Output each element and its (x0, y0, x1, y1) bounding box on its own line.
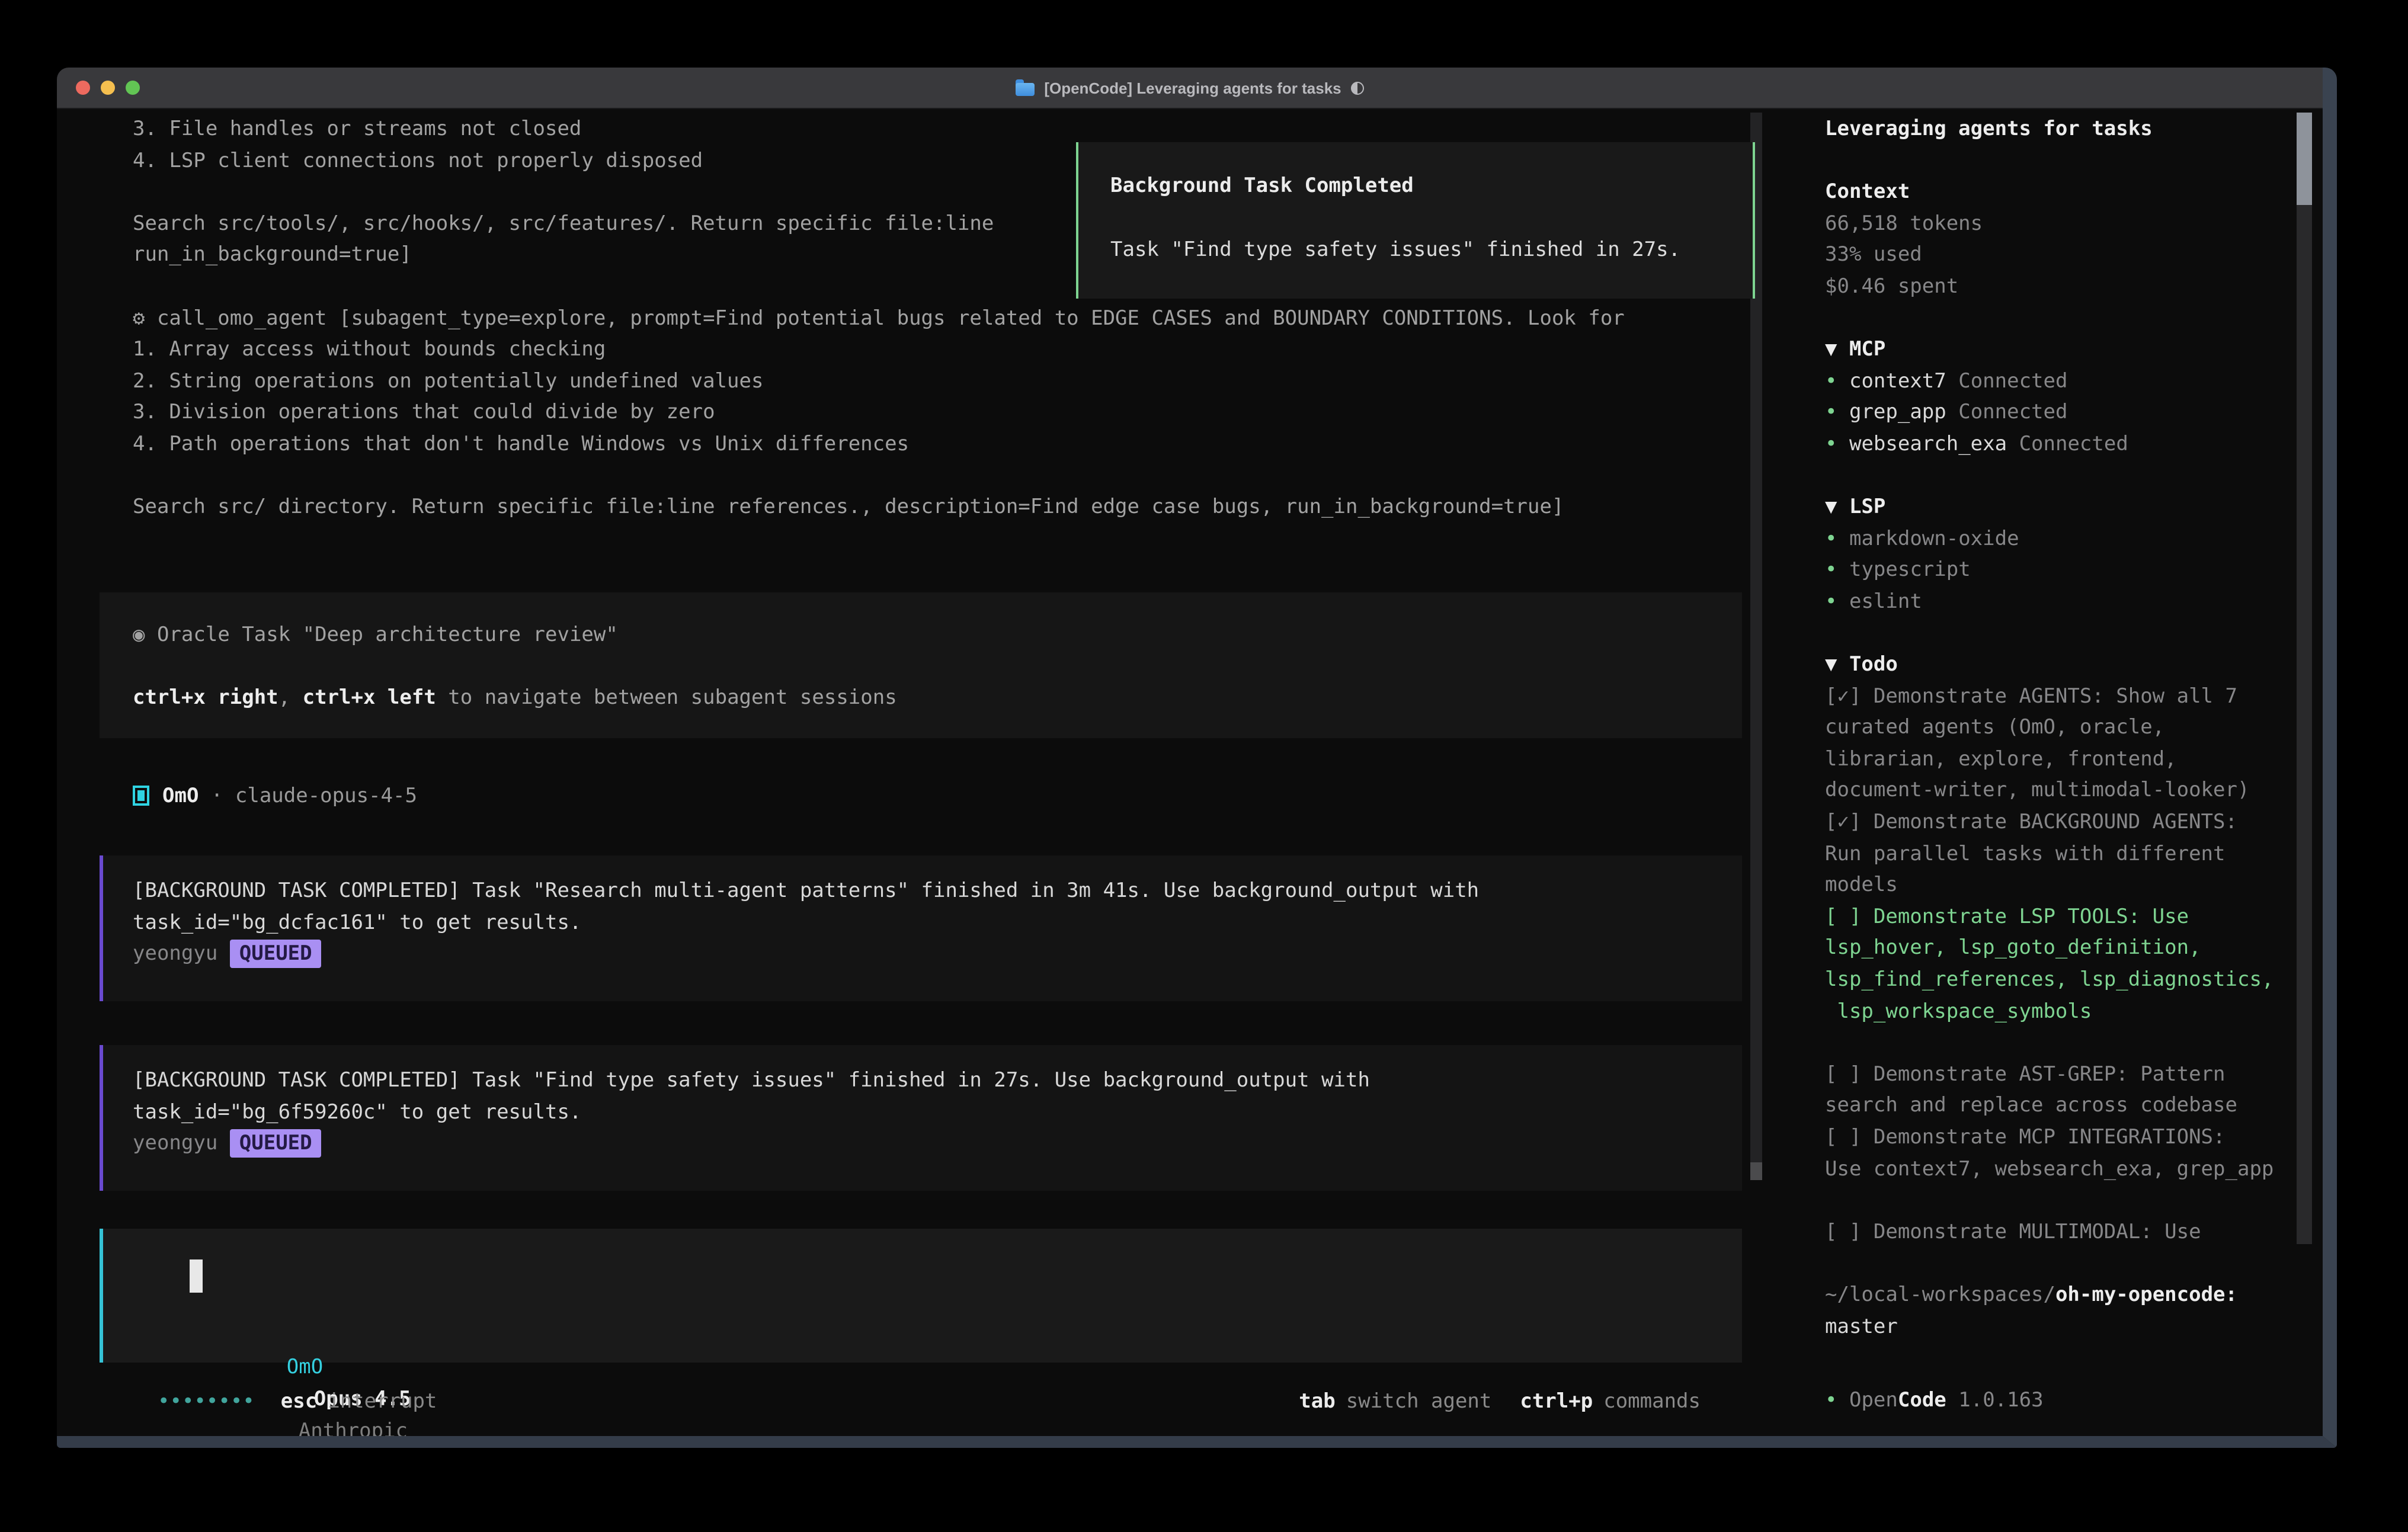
minimize-button[interactable] (101, 81, 115, 95)
terminal-window: [OpenCode] Leveraging agents for tasks 3… (57, 68, 2337, 1448)
text-line: [ ] Demonstrate MULTIMODAL: Use (1825, 1217, 2294, 1248)
text-line: [BACKGROUND TASK COMPLETED] Task "Resear… (133, 876, 1742, 907)
traffic-lights (76, 68, 140, 108)
text-line: task_id="bg_6f59260c" to get results. (133, 1097, 1742, 1128)
text-line (1825, 1027, 2294, 1059)
notification-title: Background Task Completed (1110, 174, 1414, 198)
text-line (133, 651, 1742, 682)
status-bar-left: •••••••• esc interrupt (100, 1389, 437, 1413)
text-line: Use context7, websearch_exa, grep_app (1825, 1153, 2294, 1185)
text-line: Leveraging agents for tasks (1825, 114, 2294, 145)
agent-header: OmO · claude-opus-4-5 (133, 780, 417, 812)
text-line: yeongyu QUEUED (133, 938, 1742, 970)
text-line: 3. Division operations that could divide… (133, 398, 1747, 429)
prompt-input[interactable]: OmO Opus 4.5 Anthropic (100, 1229, 1742, 1363)
esc-key-hint: esc (281, 1389, 317, 1413)
text-line: ▼ MCP (1825, 334, 2294, 366)
text-line: lsp_find_references, lsp_diagnostics, (1825, 964, 2294, 996)
background-task-message-2: [BACKGROUND TASK COMPLETED] Task "Find t… (100, 1045, 1742, 1191)
text-line (1825, 1185, 2294, 1216)
text-line: [BACKGROUND TASK COMPLETED] Task "Find t… (133, 1065, 1742, 1097)
sidebar-scrollbar-thumb[interactable] (2297, 113, 2312, 205)
progress-half-circle-icon (1351, 81, 1364, 94)
input-meta-row: OmO Opus 4.5 Anthropic (190, 1320, 411, 1352)
text-line (1825, 618, 2294, 649)
text-line: $0.46 spent (1825, 271, 2294, 303)
text-line: • eslint (1825, 586, 2294, 618)
text-line: [ ] Demonstrate AST-GREP: Pattern (1825, 1059, 2294, 1091)
maximize-button[interactable] (126, 81, 140, 95)
tab-key-hint: tab (1299, 1389, 1335, 1413)
window-titlebar[interactable]: [OpenCode] Leveraging agents for tasks (57, 68, 2323, 109)
text-line: lsp_workspace_symbols (1825, 996, 2294, 1027)
agent-checkbox-icon (133, 786, 149, 806)
text-line (133, 460, 1747, 492)
status-bar-right: tab switch agent ctrl+p commands (1299, 1389, 1742, 1413)
close-button[interactable] (76, 81, 90, 95)
text-line: Context (1825, 177, 2294, 208)
text-line: [✓] Demonstrate AGENTS: Show all 7 (1825, 681, 2294, 712)
text-line: Run parallel tasks with different (1825, 838, 2294, 870)
status-bar: •••••••• esc interrupt tab switch agent … (100, 1385, 1742, 1417)
text-line (1825, 1248, 2294, 1280)
text-line: search and replace across codebase (1825, 1091, 2294, 1122)
text-line (1825, 145, 2294, 177)
text-line: librarian, explore, frontend, (1825, 744, 2294, 775)
text-line: • grep_app Connected (1825, 398, 2294, 429)
background-task-message-1: [BACKGROUND TASK COMPLETED] Task "Resear… (100, 855, 1742, 1001)
sidebar: Leveraging agents for tasks Context66,51… (1825, 114, 2294, 1342)
text-line: document-writer, multimodal-looker) (1825, 775, 2294, 807)
notification-toast: Background Task Completed Task "Find typ… (1076, 142, 1755, 299)
text-line: lsp_hover, lsp_goto_definition, (1825, 933, 2294, 964)
text-line: 33% used (1825, 240, 2294, 271)
text-line: 2. String operations on potentially unde… (133, 366, 1747, 398)
text-line (1825, 460, 2294, 492)
text-line: yeongyu QUEUED (133, 1128, 1742, 1159)
text-line: Search src/ directory. Return specific f… (133, 492, 1747, 523)
agent-name: OmO (162, 784, 198, 807)
text-line: ▼ Todo (1825, 649, 2294, 681)
text-cursor (190, 1259, 203, 1293)
text-line: curated agents (OmO, oracle, (1825, 713, 2294, 744)
text-line: ctrl+x right, ctrl+x left to navigate be… (133, 682, 1742, 714)
tab-key-label: switch agent (1346, 1389, 1492, 1413)
text-line: • markdown-oxide (1825, 523, 2294, 555)
text-line: 1. Array access without bounds checking (133, 334, 1747, 366)
text-line: ▼ LSP (1825, 492, 2294, 523)
text-line (1825, 303, 2294, 334)
ctrlp-key-hint: ctrl+p (1520, 1389, 1593, 1413)
agent-separator: · (198, 784, 235, 807)
text-line: [ ] Demonstrate MCP INTEGRATIONS: (1825, 1122, 2294, 1153)
text-line: [ ] Demonstrate LSP TOOLS: Use (1825, 902, 2294, 933)
text-line: • typescript (1825, 555, 2294, 586)
text-line: 66,518 tokens (1825, 209, 2294, 240)
oracle-task-box: ◉ Oracle Task "Deep architecture review"… (100, 592, 1742, 738)
text-line: ◉ Oracle Task "Deep architecture review" (133, 620, 1742, 651)
desktop: [OpenCode] Leveraging agents for tasks 3… (0, 0, 2408, 1532)
esc-key-label: interrupt (328, 1389, 437, 1413)
main-scrollbar-thumb[interactable] (1750, 1162, 1762, 1180)
text-line: task_id="bg_dcfac161" to get results. (133, 907, 1742, 938)
ctrlp-key-label: commands (1603, 1389, 1701, 1413)
text-line: ~/local-workspaces/oh-my-opencode: (1825, 1280, 2294, 1311)
text-line: master (1825, 1311, 2294, 1342)
text-line: ⚙ call_omo_agent [subagent_type=explore,… (133, 303, 1747, 334)
text-line: [✓] Demonstrate BACKGROUND AGENTS: (1825, 807, 2294, 838)
notification-body: Task "Find type safety issues" finished … (1110, 238, 1680, 262)
text-line: models (1825, 870, 2294, 902)
input-provider-label: Anthropic (299, 1419, 408, 1443)
text-line: 3. File handles or streams not closed (133, 114, 1747, 145)
spinner-icon: •••••••• (158, 1389, 255, 1413)
folder-icon (1016, 79, 1035, 96)
text-line: • OpenCode 1.0.163 (1825, 1385, 2044, 1416)
opencode-version: • OpenCode 1.0.163 (1825, 1385, 2044, 1416)
text-line: 4. Path operations that don't handle Win… (133, 429, 1747, 460)
window-title: [OpenCode] Leveraging agents for tasks (1016, 79, 1363, 97)
sidebar-scrollbar[interactable] (2297, 113, 2312, 1244)
text-line: • websearch_exa Connected (1825, 429, 2294, 460)
input-agent-label: OmO (287, 1355, 323, 1379)
agent-model: claude-opus-4-5 (235, 784, 417, 807)
window-title-text: [OpenCode] Leveraging agents for tasks (1044, 79, 1341, 97)
text-line: • context7 Connected (1825, 366, 2294, 398)
